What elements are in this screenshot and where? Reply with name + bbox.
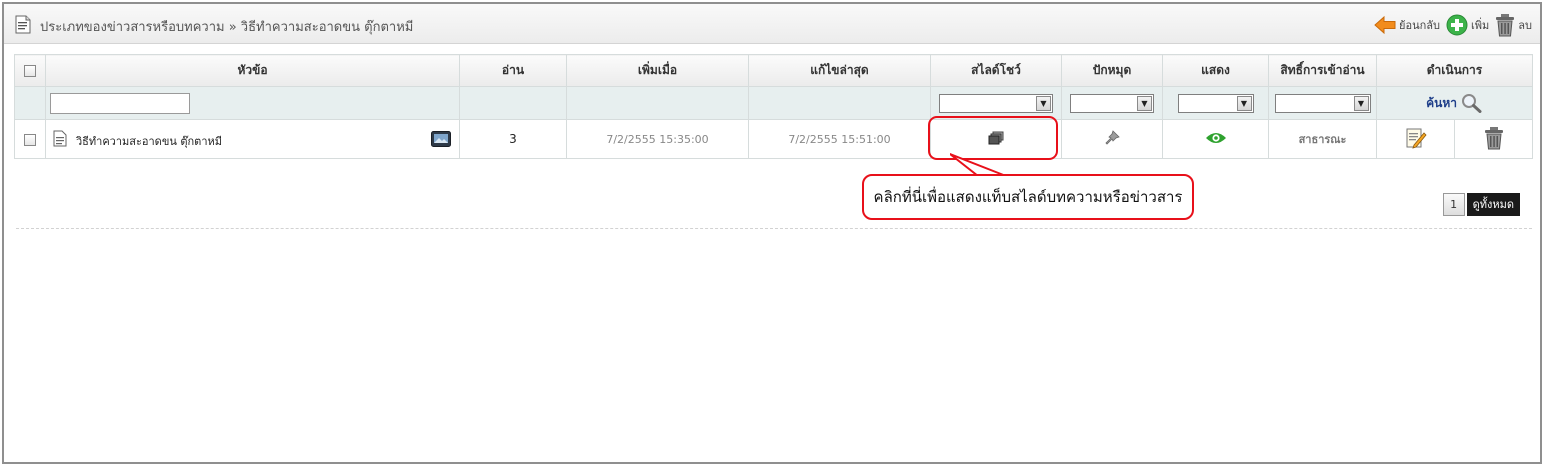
back-button[interactable]: ย้อนกลับ — [1374, 15, 1440, 35]
title-filter-input[interactable] — [50, 92, 190, 114]
filter-pin-cell: ▼ — [1061, 86, 1163, 120]
column-header-pin[interactable]: ปักหมุด — [1061, 54, 1163, 87]
table-header-row: หัวข้อ อ่าน เพิ่มเมื่อ แก้ไขล่าสุด สไลด์… — [14, 54, 1533, 87]
delete-cell — [1454, 119, 1533, 159]
divider — [16, 228, 1532, 229]
title-bar: ประเภทของข่าวสารหรือบทความ » วิธีทำความส… — [4, 4, 1540, 44]
trash-icon[interactable] — [1484, 126, 1504, 150]
column-header-access[interactable]: สิทธิ์การเข้าอ่าน — [1268, 54, 1377, 87]
trash-icon — [1496, 14, 1515, 37]
row-checkbox[interactable] — [24, 133, 36, 146]
filter-reads-cell — [459, 86, 567, 120]
column-header-reads[interactable]: อ่าน — [459, 54, 567, 87]
show-filter-select[interactable]: ▼ — [1177, 93, 1254, 113]
row-title-cell: วิธีทำความสะอาดขน ตุ๊กตาหมี — [45, 119, 460, 159]
article-title-link[interactable]: วิธีทำความสะอาดขน ตุ๊กตาหมี — [76, 132, 222, 150]
dropdown-arrow-icon: ▼ — [1137, 95, 1152, 111]
column-header-added[interactable]: เพิ่มเมื่อ — [566, 54, 749, 87]
column-header-actions: ดำเนินการ — [1376, 54, 1533, 87]
filter-show-cell: ▼ — [1162, 86, 1269, 120]
row-select-cell — [14, 119, 46, 159]
toolbar: ย้อนกลับ เพิ่ม ลบ — [1368, 13, 1532, 37]
magnifier-icon — [1461, 94, 1482, 113]
back-arrow-icon — [1374, 15, 1396, 35]
page-number-button[interactable]: 1 — [1442, 193, 1465, 216]
access-filter-select[interactable]: ▼ — [1274, 93, 1371, 113]
reads-count: 3 — [459, 119, 567, 159]
articles-table: หัวข้อ อ่าน เพิ่มเมื่อ แก้ไขล่าสุด สไลด์… — [14, 54, 1533, 159]
table-row[interactable]: วิธีทำความสะอาดขน ตุ๊กตาหมี 3 7/2/2555 1… — [14, 119, 1533, 159]
dropdown-arrow-icon: ▼ — [1236, 95, 1252, 111]
search-label: ค้นหา — [1426, 95, 1458, 110]
select-all-checkbox[interactable] — [24, 65, 36, 77]
pin-icon[interactable] — [1104, 129, 1120, 146]
column-header-show[interactable]: แสดง — [1162, 54, 1269, 87]
dropdown-arrow-icon: ▼ — [1036, 95, 1051, 111]
column-header-slideshow[interactable]: สไลด์โชว์ — [930, 54, 1062, 87]
show-cell — [1162, 119, 1269, 159]
back-label: ย้อนกลับ — [1399, 19, 1440, 32]
article-icon — [53, 130, 67, 147]
eye-icon[interactable] — [1205, 131, 1227, 145]
modified-date: 7/2/2555 15:51:00 — [748, 119, 931, 159]
document-icon — [15, 15, 31, 34]
pagination: 1 ดูทั้งหมด — [1442, 193, 1520, 216]
pin-filter-select[interactable]: ▼ — [1070, 93, 1154, 113]
filter-empty-cell — [14, 86, 46, 120]
main-panel: ประเภทของข่าวสารหรือบทความ » วิธีทำความส… — [2, 2, 1542, 464]
filter-slideshow-cell: ▼ — [930, 86, 1062, 120]
dropdown-arrow-icon: ▼ — [1353, 95, 1369, 111]
annotation-callout: คลิกที่นี่เพื่อแสดงแท็บสไลด์บทความหรือข่… — [862, 174, 1194, 220]
filter-row: ▼ ▼ ▼ ▼ ค้นหา — [14, 86, 1533, 120]
add-button[interactable]: เพิ่ม — [1446, 14, 1489, 36]
filter-title-cell — [45, 86, 460, 120]
added-date: 7/2/2555 15:35:00 — [566, 119, 749, 159]
edit-cell — [1376, 119, 1455, 159]
page-title: ประเภทของข่าวสารหรือบทความ » วิธีทำความส… — [40, 20, 414, 35]
image-icon[interactable] — [431, 131, 451, 147]
filter-modified-cell — [748, 86, 931, 120]
view-all-button[interactable]: ดูทั้งหมด — [1466, 193, 1520, 216]
select-all-cell — [14, 54, 46, 87]
add-icon — [1446, 14, 1468, 36]
add-label: เพิ่ม — [1471, 19, 1490, 32]
delete-label: ลบ — [1518, 19, 1532, 32]
delete-button[interactable]: ลบ — [1495, 13, 1532, 37]
edit-icon[interactable] — [1405, 127, 1427, 149]
filter-access-cell: ▼ — [1268, 86, 1377, 120]
column-header-title[interactable]: หัวข้อ — [45, 54, 460, 87]
slideshow-filter-select[interactable]: ▼ — [939, 93, 1053, 113]
filter-search-cell: ค้นหา — [1376, 86, 1533, 120]
filter-added-cell — [566, 86, 749, 120]
column-header-modified[interactable]: แก้ไขล่าสุด — [748, 54, 931, 87]
pin-cell — [1061, 119, 1163, 159]
search-button[interactable]: ค้นหา — [1426, 94, 1483, 113]
access-value: สาธารณะ — [1268, 119, 1377, 159]
